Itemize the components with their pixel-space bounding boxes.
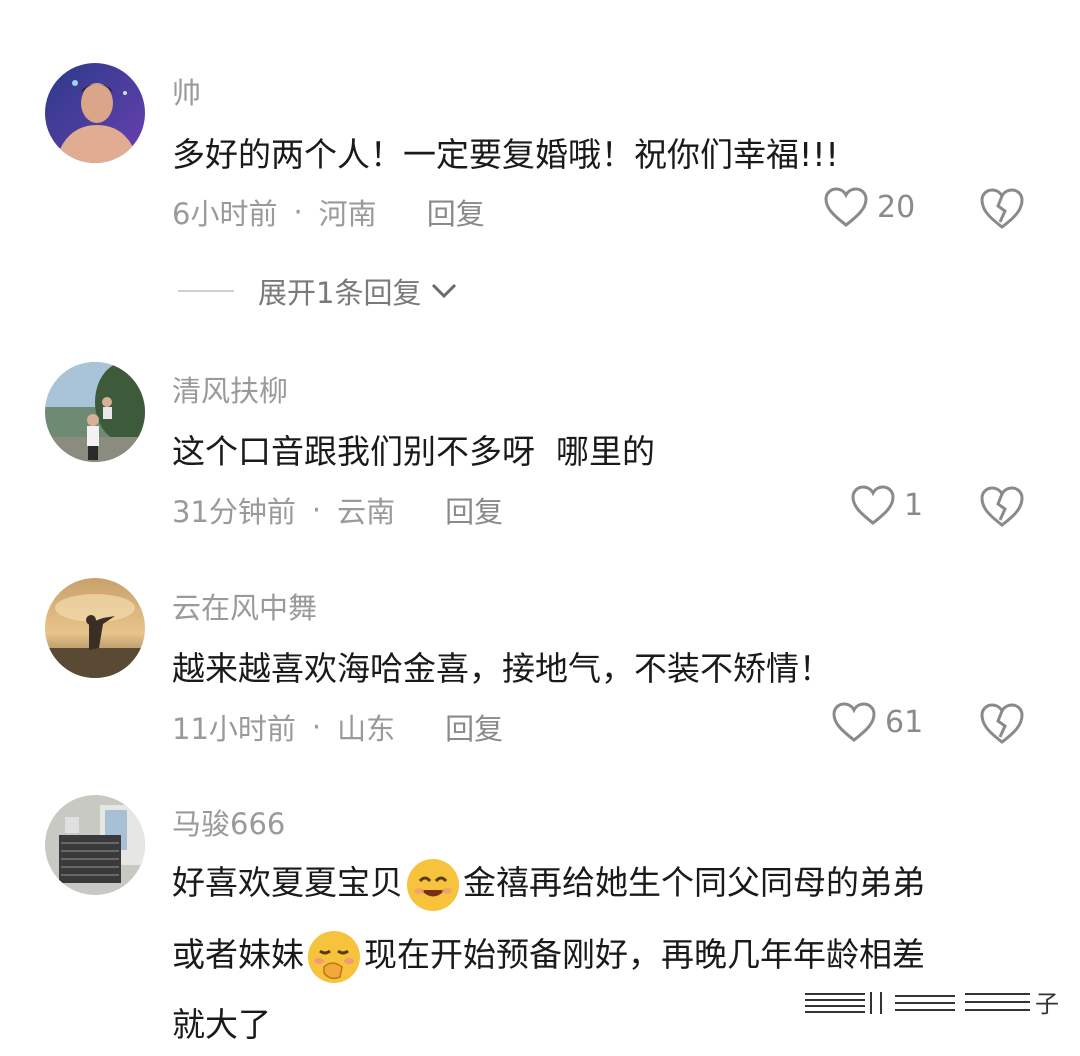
reply-button[interactable]: 回复 — [445, 489, 503, 531]
location: 河南 — [318, 197, 377, 231]
broken-heart-icon — [980, 486, 1024, 527]
username[interactable]: 马骏666 — [172, 801, 285, 843]
comment-text: 多好的两个人！一定要复婚哦！祝你们幸福!!! — [172, 128, 1012, 176]
like-count: 1 — [904, 487, 924, 523]
comment-text: 越来越喜欢海哈金喜，接地气，不装不矫情！ — [172, 642, 1012, 690]
heart-outline-icon — [832, 702, 876, 742]
comment-text: 好喜欢夏夏宝贝 金禧再给她生个同父同母的弟弟 或者妹妹 现在开始预备刚好，再晚几… — [172, 852, 1012, 1056]
comment-line: 或者妹妹 现在开始预备刚好，再晚几年年龄相差 — [172, 924, 1012, 986]
heart-outline-icon — [851, 485, 895, 525]
avatar-photo-man-icon — [45, 63, 145, 163]
comment-text-segment: 现在开始预备刚好，再晚几年年龄相差 — [364, 935, 925, 974]
comment-meta: 11小时前 · 山东 回复 — [172, 706, 503, 748]
username[interactable]: 云在风中舞 — [172, 585, 317, 627]
dislike-button[interactable] — [978, 484, 1026, 532]
comment-meta: 31分钟前 · 云南 回复 — [172, 489, 503, 531]
avatar-photo-room-icon — [45, 795, 145, 895]
dislike-button[interactable] — [978, 701, 1026, 749]
comment-text-segment: 或者妹妹 — [172, 935, 304, 974]
avatar-photo-family-icon — [45, 362, 145, 462]
username[interactable]: 帅 — [172, 70, 201, 112]
comment-text-segment: 金禧再给她生个同父同母的弟弟 — [463, 863, 925, 902]
expand-label: 展开1条回复 — [258, 276, 422, 310]
avatar[interactable] — [45, 578, 145, 678]
timestamp: 31分钟前 — [172, 495, 296, 529]
comment-text-segment: 好喜欢夏夏宝贝 — [172, 863, 403, 902]
divider — [178, 290, 234, 292]
like-button[interactable]: 61 — [831, 701, 923, 743]
dislike-button[interactable] — [978, 186, 1026, 234]
broken-heart-icon — [980, 188, 1024, 229]
like-button[interactable]: 20 — [823, 186, 915, 228]
watermark-logo-icon — [805, 992, 1030, 1014]
expand-replies-button[interactable]: 展开1条回复 — [178, 270, 459, 312]
like-button[interactable]: 1 — [850, 484, 923, 526]
location: 山东 — [337, 712, 396, 746]
comment-line: 好喜欢夏夏宝贝 金禧再给她生个同父同母的弟弟 — [172, 852, 1012, 914]
avatar[interactable] — [45, 362, 145, 462]
avatar-photo-sunset-icon — [45, 578, 145, 678]
comment-line: 多好的两个人！一定要复婚哦！祝你们幸福!!! — [172, 135, 839, 174]
avatar[interactable] — [45, 795, 145, 895]
comment-text: 这个口音跟我们别不多呀 哪里的 — [172, 425, 1012, 473]
comment-meta: 6小时前 · 河南 回复 — [172, 191, 485, 233]
username[interactable]: 清风扶柳 — [172, 368, 288, 410]
heart-outline-icon — [824, 187, 868, 227]
like-count: 61 — [885, 704, 924, 740]
separator: · — [311, 493, 322, 527]
comment-line: 这个口音跟我们别不多呀 哪里的 — [172, 432, 655, 471]
timestamp: 6小时前 — [172, 197, 278, 231]
smile-emoji-icon — [407, 858, 459, 911]
timestamp: 11小时前 — [172, 712, 296, 746]
shy-emoji-icon — [308, 930, 360, 983]
reply-button[interactable]: 回复 — [427, 191, 485, 233]
avatar[interactable] — [45, 63, 145, 163]
separator: · — [311, 710, 322, 744]
watermark-text: 子 — [1035, 990, 1059, 1018]
chevron-down-icon — [432, 283, 457, 299]
like-count: 20 — [877, 189, 916, 225]
comment-line: 越来越喜欢海哈金喜，接地气，不装不矫情！ — [172, 649, 832, 688]
location: 云南 — [337, 495, 396, 529]
separator: · — [293, 195, 303, 229]
broken-heart-icon — [980, 703, 1024, 744]
reply-button[interactable]: 回复 — [445, 706, 503, 748]
